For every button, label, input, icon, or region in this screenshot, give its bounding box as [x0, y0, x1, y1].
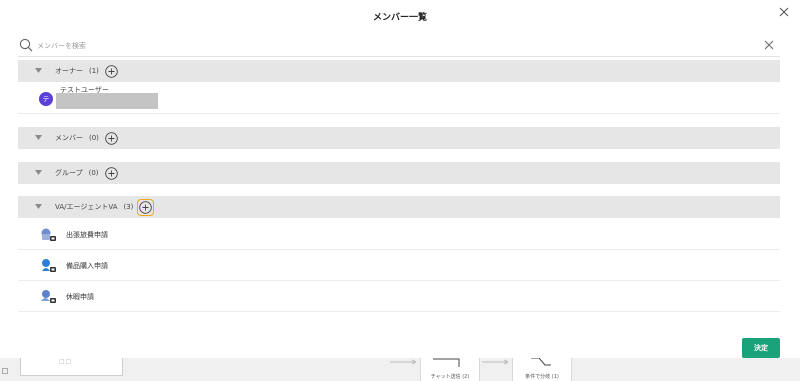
agent-name: 出張旅費申請 [66, 231, 108, 239]
group-count: (0) [89, 134, 99, 142]
agent-row[interactable]: 備品購入申請 [18, 250, 780, 281]
clear-search-icon[interactable] [764, 40, 774, 50]
add-group-button[interactable] [104, 166, 118, 180]
add-va-button[interactable] [137, 198, 155, 216]
agent-person-icon [42, 259, 56, 272]
connector-arrow-icon [390, 359, 417, 365]
add-member-button[interactable] [105, 131, 118, 145]
member-list-modal: メンバー一覧 オーナー (1) テ テストユーザー メンバー ( [0, 0, 800, 358]
group-member: メンバー (0) [18, 127, 780, 149]
modal-title: メンバー一覧 [372, 13, 427, 23]
group-va: VA/エージェントVA (3) [18, 196, 780, 218]
group-label: VA/エージェントVA [55, 203, 118, 211]
agent-name: 備品購入申請 [66, 262, 108, 270]
group-count: (1) [89, 67, 99, 75]
group-label: オーナー [55, 67, 83, 75]
search-input[interactable] [37, 38, 717, 54]
flow-node-branch[interactable]: 条件で分岐 (1) [512, 358, 572, 381]
collapse-toggle-icon[interactable] [33, 168, 43, 178]
background-canvas: □□ チャット送信 (2) 条件で分岐 (1) [0, 358, 800, 381]
route-icon [433, 358, 460, 367]
add-owner-button[interactable] [105, 64, 118, 78]
flow-node-label: 条件で分岐 (1) [525, 374, 559, 380]
flow-node-label: チャット送信 (2) [430, 374, 470, 380]
collapse-toggle-icon[interactable] [33, 202, 43, 212]
group-group: グループ (0) [18, 162, 780, 184]
collapse-toggle-icon[interactable] [33, 66, 43, 76]
agent-beach-icon [41, 290, 56, 303]
group-owner: オーナー (1) [18, 60, 780, 82]
redacted-block [56, 93, 158, 109]
background-node: □□ [20, 358, 123, 376]
side-toggle-icon[interactable] [2, 368, 8, 374]
background-node-text: □□ [59, 358, 73, 365]
search-icon [19, 38, 33, 52]
confirm-button[interactable]: 決定 [742, 338, 780, 358]
group-label: グループ [55, 169, 83, 177]
group-label: メンバー [55, 134, 83, 142]
close-icon[interactable] [778, 6, 790, 18]
member-row[interactable]: テ テストユーザー [18, 83, 780, 114]
agent-suitcase-icon [41, 228, 56, 241]
search-bar [18, 37, 780, 57]
collapse-toggle-icon[interactable] [33, 133, 43, 143]
agent-row[interactable]: 休暇申請 [18, 281, 780, 312]
avatar: テ [39, 92, 53, 106]
group-count: (3) [123, 203, 134, 211]
branch-icon [531, 358, 551, 366]
connector-arrow-icon [482, 359, 509, 365]
agent-row[interactable]: 出張旅費申請 [18, 219, 780, 250]
group-count: (0) [88, 169, 99, 177]
flow-node-chat[interactable]: チャット送信 (2) [420, 358, 480, 381]
agent-name: 休暇申請 [66, 293, 94, 301]
